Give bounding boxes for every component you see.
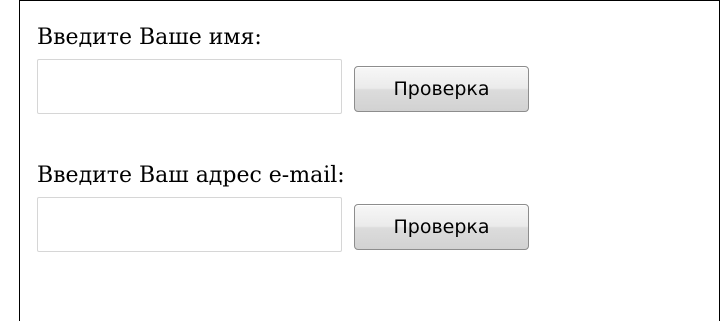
email-row: Проверка <box>37 197 529 252</box>
email-check-button[interactable]: Проверка <box>354 203 529 250</box>
name-form-group: Введите Ваше имя: Проверка <box>37 25 529 114</box>
name-label: Введите Ваше имя: <box>37 25 262 50</box>
name-row: Проверка <box>37 59 529 114</box>
name-check-button[interactable]: Проверка <box>354 65 529 112</box>
form-frame: Введите Ваше имя: Проверка Введите Ваш а… <box>19 0 720 321</box>
email-input[interactable] <box>37 197 342 252</box>
name-input[interactable] <box>37 59 342 114</box>
email-label: Введите Ваш адрес e-mail: <box>37 163 345 188</box>
email-form-group: Введите Ваш адрес e-mail: Проверка <box>37 163 529 252</box>
